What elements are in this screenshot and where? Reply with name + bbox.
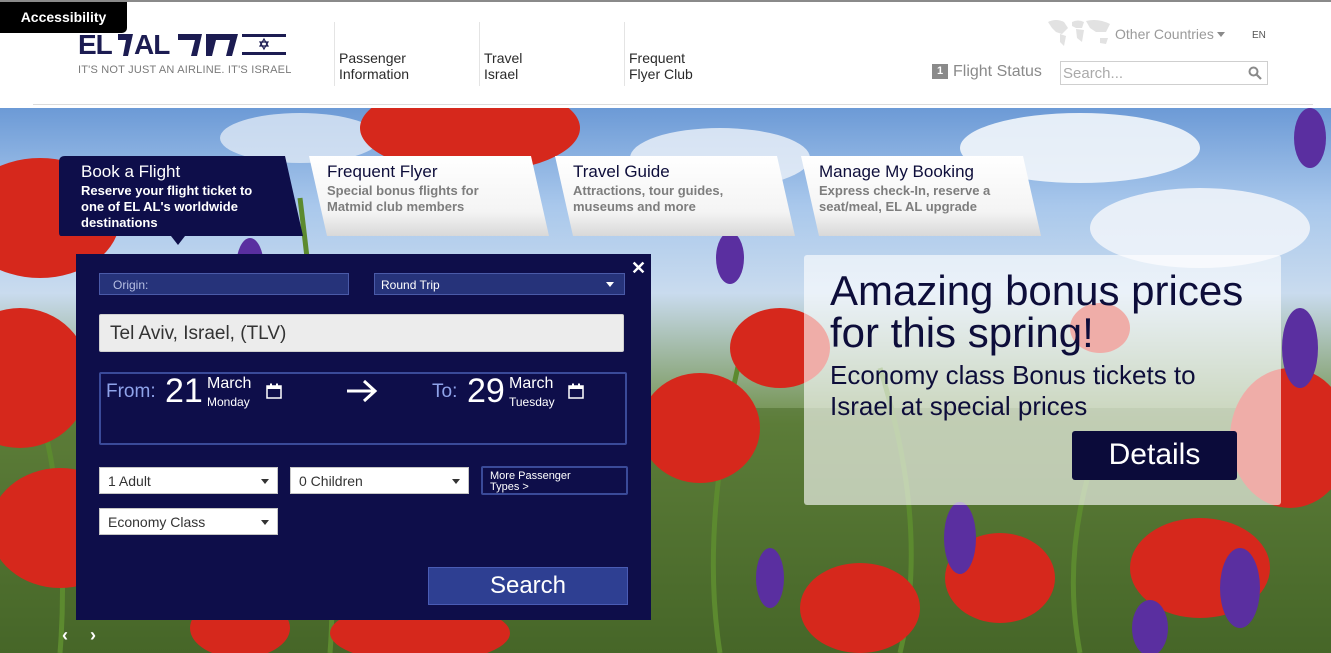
top-border: [0, 0, 1331, 2]
chevron-down-icon: [261, 479, 269, 484]
world-map-icon: [1048, 20, 1110, 46]
tab-description: Express check-In, reserve a seat/meal, EL…: [819, 183, 991, 214]
svg-text:EL: EL: [78, 29, 113, 60]
other-countries-dropdown[interactable]: Other Countries: [1115, 26, 1225, 42]
nav-divider: [624, 22, 625, 86]
tab-title: Manage My Booking: [819, 162, 974, 181]
cabin-class-value: Economy Class: [108, 514, 206, 530]
header-divider: [33, 104, 1313, 105]
flight-status-link[interactable]: 1 Flight Status: [932, 63, 1042, 81]
promo-details-button[interactable]: Details: [1072, 431, 1237, 480]
nav-label: Travel: [484, 50, 523, 66]
nav-frequent-flyer-club[interactable]: Frequent Flyer Club: [629, 50, 693, 82]
tab-description: Reserve your flight ticket to one of EL A…: [81, 183, 253, 230]
trip-type-select[interactable]: Round Trip: [374, 273, 625, 295]
calendar-icon[interactable]: [266, 383, 282, 399]
chevron-down-icon: [452, 479, 460, 484]
from-month: March: [207, 375, 252, 392]
adults-value: 1 Adult: [108, 473, 151, 489]
promo-headline: Amazing bonus prices for this spring!: [830, 267, 1244, 356]
to-month: March: [509, 375, 554, 392]
to-day[interactable]: 29: [467, 372, 505, 411]
nav-label: Passenger: [339, 50, 406, 66]
language-selector[interactable]: EN: [1252, 30, 1266, 41]
nav-label: Information: [339, 66, 410, 82]
tab-frequent-flyer[interactable]: Frequent Flyer Special bonus flights for…: [305, 156, 549, 236]
promo-subtext: Economy class Bonus tickets to Israel at …: [830, 360, 1196, 421]
flight-status-badge: 1: [932, 64, 948, 79]
to-weekday: Tuesday: [509, 395, 555, 409]
chevron-down-icon: [1216, 32, 1225, 37]
more-pax-label: Types >: [490, 481, 529, 493]
tab-title: Frequent Flyer: [327, 162, 438, 181]
calendar-icon[interactable]: [568, 383, 584, 399]
from-day[interactable]: 21: [165, 372, 203, 411]
close-icon[interactable]: ✕: [631, 258, 646, 279]
children-select[interactable]: 0 Children: [290, 467, 469, 494]
tab-title: Book a Flight: [81, 162, 181, 181]
to-label: To:: [432, 381, 458, 402]
search-input[interactable]: [1061, 62, 1241, 84]
site-search: [1060, 61, 1268, 85]
tab-book-a-flight[interactable]: Book a Flight Reserve your flight ticket…: [59, 156, 303, 245]
nav-divider: [479, 22, 480, 86]
more-passenger-types-button[interactable]: More Passenger Types >: [481, 466, 628, 495]
nav-travel-israel[interactable]: Travel Israel: [484, 50, 522, 82]
origin-field[interactable]: Origin:: [99, 273, 349, 295]
carousel-next-button[interactable]: ›: [90, 625, 96, 646]
tab-description: Attractions, tour guides, museums and mor…: [573, 183, 724, 214]
chevron-down-icon: [261, 520, 269, 525]
tab-travel-guide[interactable]: Travel Guide Attractions, tour guides, mu…: [551, 156, 795, 236]
other-countries-label: Other Countries: [1115, 26, 1214, 42]
from-label: From:: [106, 381, 156, 402]
tab-title: Travel Guide: [573, 162, 670, 181]
tab-description: Special bonus flights for Matmid club mem…: [327, 183, 479, 214]
svg-text:AL: AL: [134, 29, 170, 60]
nav-divider: [334, 22, 335, 86]
arrow-right-icon: [347, 379, 378, 403]
origin-input[interactable]: Tel Aviv, Israel, (TLV): [99, 314, 624, 352]
chevron-down-icon: [606, 282, 614, 287]
carousel-prev-button[interactable]: ‹: [62, 625, 68, 646]
adults-select[interactable]: 1 Adult: [99, 467, 278, 494]
brand-tagline: IT'S NOT JUST AN AIRLINE. IT'S ISRAEL: [78, 64, 292, 76]
search-flights-button[interactable]: Search: [428, 567, 628, 605]
flight-status-label: Flight Status: [953, 63, 1042, 80]
nav-label: Flyer Club: [629, 66, 693, 82]
tab-manage-my-booking[interactable]: Manage My Booking Express check-In, rese…: [797, 156, 1041, 236]
nav-label: Israel: [484, 66, 519, 82]
from-weekday: Monday: [207, 395, 250, 409]
nav-passenger-information[interactable]: Passenger Information: [339, 50, 409, 82]
cabin-class-select[interactable]: Economy Class: [99, 508, 278, 535]
nav-label: Frequent: [629, 50, 686, 66]
trip-type-value: Round Trip: [381, 278, 440, 292]
search-icon[interactable]: [1248, 66, 1262, 80]
children-value: 0 Children: [299, 473, 363, 489]
